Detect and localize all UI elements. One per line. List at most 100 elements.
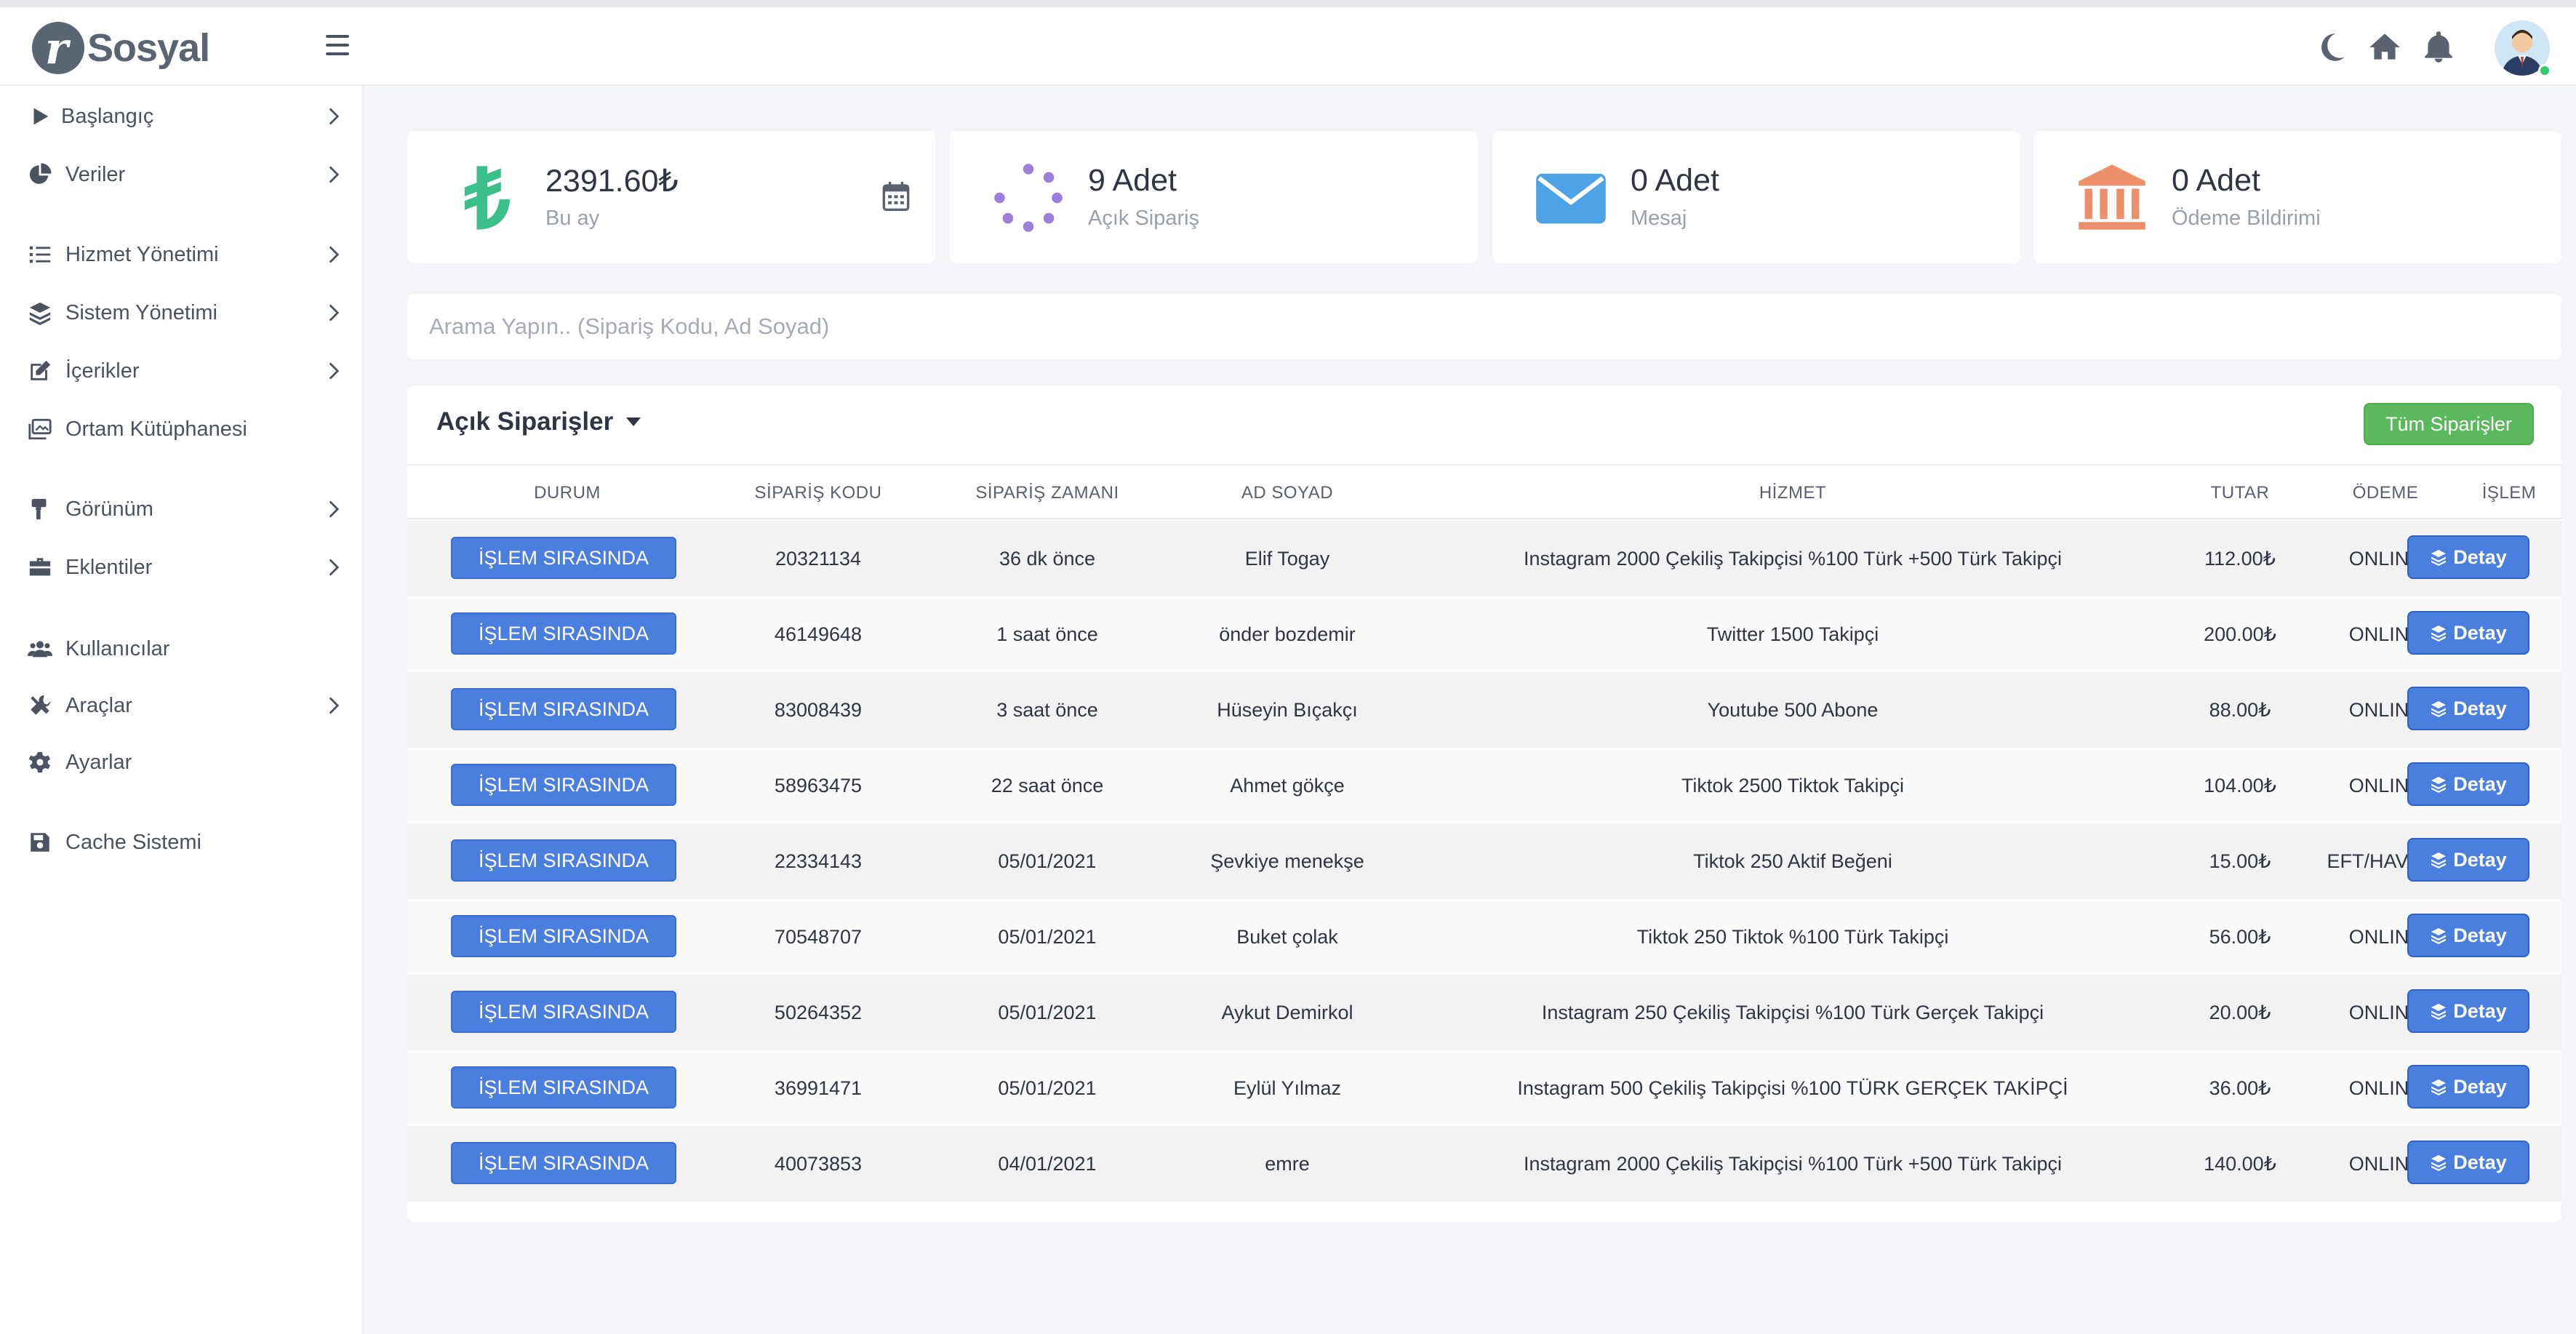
search-input[interactable] [407,294,2561,359]
chevron-right-icon [327,303,340,323]
moon-icon[interactable] [2313,29,2349,65]
detail-button-label: Detay [2453,1075,2507,1098]
status-badge[interactable]: İŞLEM SIRASINDA [451,688,676,730]
column-header: TUTAR [2210,483,2270,503]
sidebar-item-veriler[interactable]: Veriler [0,153,364,196]
chevron-right-icon [327,557,340,578]
detail-button[interactable]: Detay [2407,762,2529,806]
status-badge[interactable]: İŞLEM SIRASINDA [451,1066,676,1109]
sidebar-item-sistem-yonetimi[interactable]: Sistem Yönetimi [0,291,364,335]
detail-button[interactable]: Detay [2407,989,2529,1033]
status-badge[interactable]: İŞLEM SIRASINDA [451,991,676,1033]
table-row: İŞLEM SIRASINDA 40073853 04/01/2021 emre Ins… [407,1126,2561,1202]
service-name: Tiktok 250 Aktif Beğeni [1693,850,1892,872]
edit-icon [28,359,52,383]
layers-icon [2431,852,2447,868]
orders-dropdown-toggle[interactable]: Açık Siparişler [436,407,641,436]
stat-card-open-orders: 9 Adet Açık Sipariş [950,131,1478,263]
status-badge[interactable]: İŞLEM SIRASINDA [451,915,676,957]
status-badge[interactable]: İŞLEM SIRASINDA [451,537,676,579]
paint-roller-icon [28,497,52,522]
status-badge[interactable]: İŞLEM SIRASINDA [451,839,676,882]
column-header: SİPARİŞ ZAMANI [975,483,1119,503]
gear-icon [28,750,52,775]
column-header: İŞLEM [2481,483,2537,503]
service-name: Twitter 1500 Takipçi [1706,623,1879,645]
play-icon [28,104,52,129]
customer-name: önder bozdemir [1219,623,1356,645]
service-name: Instagram 250 Çekiliş Takipçisi %100 Tür… [1541,1002,2044,1023]
sidebar: Başlangıç Veriler Hizmet Yönetimi Sistem… [0,86,364,1334]
sidebar-item-label: Ayarlar [65,750,132,774]
pie-chart-icon [28,162,52,187]
all-orders-button[interactable]: Tüm Siparişler [2364,403,2534,445]
sidebar-item-baslangic[interactable]: Başlangıç [0,95,364,138]
detail-button[interactable]: Detay [2407,535,2529,579]
order-time: 05/01/2021 [998,850,1097,872]
sidebar-item-eklentiler[interactable]: Eklentiler [0,546,364,589]
detail-button[interactable]: Detay [2407,687,2529,730]
service-name: Tiktok 2500 Tiktok Takipçi [1681,775,1905,796]
sidebar-item-hizmet-yonetimi[interactable]: Hizmet Yönetimi [0,233,364,276]
customer-name: Aykut Demirkol [1221,1002,1353,1023]
sidebar-item-icerikler[interactable]: İçerikler [0,349,364,393]
detail-button[interactable]: Detay [2407,914,2529,957]
users-icon [28,636,52,661]
briefcase-icon [28,555,52,580]
sidebar-item-label: Hizmet Yönetimi [65,242,219,266]
detail-button[interactable]: Detay [2407,1065,2529,1109]
sidebar-item-label: Veriler [65,162,126,186]
chevron-right-icon [327,164,340,185]
detail-button[interactable]: Detay [2407,838,2529,882]
floppy-disk-icon [28,830,52,855]
order-amount: 20.00₺ [2209,1002,2271,1023]
sidebar-item-kullanicilar[interactable]: Kullanıcılar [0,627,364,671]
layers-icon [2431,928,2447,944]
sidebar-item-gorunum[interactable]: Görünüm [0,487,364,531]
order-time: 3 saat önce [996,699,1098,721]
calendar-icon[interactable] [881,180,911,212]
service-name: Instagram 500 Çekiliş Takipçisi %100 TÜR… [1517,1077,2068,1099]
status-badge[interactable]: İŞLEM SIRASINDA [451,612,676,655]
stat-label: Ödeme Bildirimi [2172,207,2321,230]
order-code: 36991471 [774,1077,863,1099]
detail-button[interactable]: Detay [2407,611,2529,655]
chevron-right-icon [327,695,340,716]
order-time: 05/01/2021 [998,1002,1097,1023]
stat-card-messages: 0 Adet Mesaj [1492,131,2020,263]
layers-icon [2431,550,2447,566]
stat-value: 0 Adet [1631,163,1719,198]
sidebar-item-label: Cache Sistemi [65,830,201,854]
order-time: 36 dk önce [999,548,1096,570]
order-code: 46149648 [774,623,863,645]
detail-button-label: Detay [2453,621,2507,644]
order-code: 40073853 [774,1153,863,1175]
order-amount: 140.00₺ [2204,1153,2276,1175]
sidebar-item-ayarlar[interactable]: Ayarlar [0,740,364,784]
stat-value: 2391.60₺ [545,164,679,199]
order-time: 05/01/2021 [998,926,1097,948]
bell-icon[interactable] [2420,29,2457,65]
brand-logo[interactable]: Sosyal [32,20,210,76]
status-badge[interactable]: İŞLEM SIRASINDA [451,1142,676,1184]
home-icon[interactable] [2367,29,2403,65]
menu-toggle-icon[interactable] [326,35,349,55]
order-code: 50264352 [774,1002,863,1023]
detail-button[interactable]: Detay [2407,1141,2529,1184]
service-name: Youtube 500 Abone [1707,699,1879,721]
table-row: İŞLEM SIRASINDA 20321134 36 dk önce Elif To… [407,521,2561,596]
sidebar-item-label: Görünüm [65,497,153,521]
sidebar-item-araclar[interactable]: Araçlar [0,684,364,727]
table-row: İŞLEM SIRASINDA 83008439 3 saat önce Hüseyi… [407,672,2561,748]
status-badge[interactable]: İŞLEM SIRASINDA [451,764,676,806]
envelope-icon [1533,160,1609,236]
sidebar-item-cache-sistemi[interactable]: Cache Sistemi [0,820,364,864]
sidebar-item-ortam-kutuphanesi[interactable]: Ortam Kütüphanesi [0,407,364,451]
column-header: HİZMET [1759,483,1827,503]
sidebar-item-label: Araçlar [65,693,132,717]
table-row: İŞLEM SIRASINDA 36991471 05/01/2021 Eylül Y… [407,1050,2561,1126]
order-code: 22334143 [774,850,863,872]
chevron-right-icon [327,499,340,519]
order-amount: 15.00₺ [2209,850,2271,872]
detail-button-label: Detay [2453,697,2507,719]
